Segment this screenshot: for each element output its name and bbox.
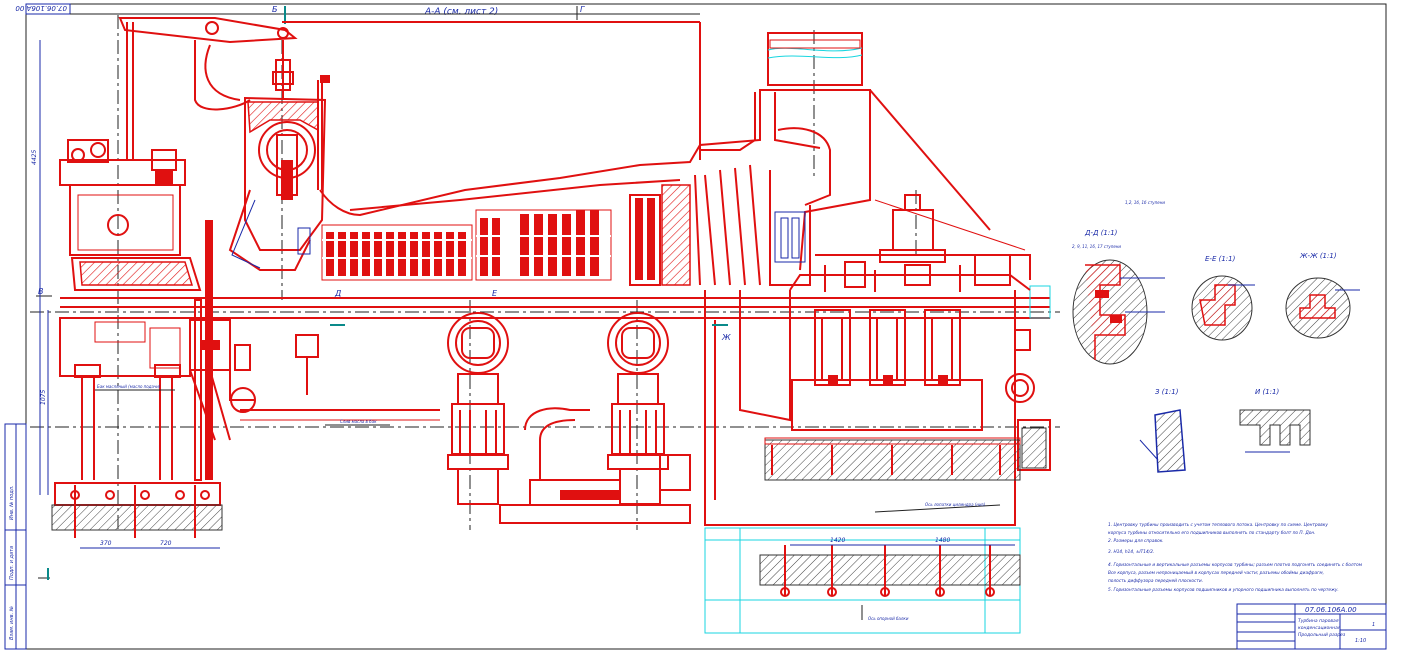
dim-d6: 1075 (40, 390, 47, 405)
title-name-3: Продольный разрез (1298, 632, 1346, 638)
left-strip-item2: Подп. и дата (9, 546, 15, 580)
section-ee: Е-Е (1:1) (1191, 255, 1255, 341)
view-i: И (1:1) (1239, 388, 1311, 453)
label-foundation: Ось лопатки цилиндра (низ) (925, 502, 986, 507)
label-oil: Бак масляный (масло подачи) (97, 384, 161, 389)
view-z-title: З (1:1) (1155, 388, 1179, 396)
dim-d4: 1480 (935, 537, 950, 544)
section-dd-note: 2, 9, 11, 16, 17 ступени (1072, 244, 1121, 249)
extraction-pipe-1 (447, 312, 509, 505)
dim-d1: 370 (100, 540, 112, 547)
left-strip-item1: Инв. № подл. (9, 486, 15, 521)
section-title: А-А (см. лист 2) (424, 7, 498, 17)
mark-zh-mid: Ж (721, 333, 731, 342)
rotor-stages (321, 164, 811, 286)
view-i-title: И (1:1) (1255, 388, 1279, 396)
turbine-casing (51, 17, 1051, 634)
title-sheet: 1 (1372, 622, 1375, 628)
note-1: 1. Центровку турбины производить с учето… (1108, 522, 1328, 528)
note-3: 2. Размеры для справок. (1108, 538, 1164, 544)
left-strip-item3: Взам. инв. № (9, 606, 15, 640)
label-line: Слив масла в бак (340, 419, 377, 424)
label-pipe: Ось опорной балки (868, 616, 909, 621)
note-4: 3. Н14, h14, ±IT14/2. (1108, 549, 1154, 555)
note-7: полость диффузора передней плоскости. (1108, 578, 1203, 584)
mark-v-left: В (38, 287, 44, 296)
mark-e-mid: Е (492, 289, 498, 298)
title-name-2: конденсационная (1298, 626, 1341, 631)
section-ee-title: Е-Е (1:1) (1205, 255, 1236, 263)
dim-d3: 1420 (830, 537, 845, 544)
dim-d2: 720 (160, 540, 172, 547)
note-5: 4. Горизонтальные и вертикальные разъемы… (1108, 562, 1363, 568)
title-block: 07.06.106А.00 Турбина паровая конденсаци… (1236, 603, 1387, 650)
section-zhzh-title: Ж-Ж (1:1) (1299, 252, 1337, 260)
section-dd: Д-Д (1:1) 2, 9, 11, 16, 17 ступени (1072, 229, 1165, 365)
mark-d-mid: Д (334, 289, 341, 298)
title-scale: 1:10 (1355, 638, 1366, 644)
dim-d5: 4425 (31, 150, 38, 165)
section-dd-title: Д-Д (1:1) (1084, 229, 1118, 237)
view-z: З (1:1) (1139, 388, 1186, 473)
mark-b-top: Б (272, 5, 278, 14)
technical-notes: 1. Центровку турбины производить с учето… (1108, 522, 1363, 593)
note-2: корпуса турбины относительно его подшипн… (1108, 530, 1316, 536)
turbine-drawing: Инв. № подл. Подп. и дата Взам. инв. № 0… (4, 3, 1387, 650)
note-8: 5. Горизонтальные разъемы корпусов подши… (1108, 587, 1339, 593)
note-6: Все корпуса, разъем непроницаемый в корп… (1108, 570, 1324, 576)
title-doc-code: 07.06.106А.00 (1305, 606, 1357, 614)
section-zhzh: Ж-Ж (1:1) (1285, 252, 1360, 339)
title-name-1: Турбина паровая (1298, 618, 1339, 624)
small-note: 1,2, 1б, 1б ступени (1125, 200, 1165, 205)
mark-g-top: Г (580, 5, 585, 14)
doc-code-top: 07.06.106А.00 (15, 4, 67, 12)
extraction-pipe-2 (607, 312, 691, 505)
